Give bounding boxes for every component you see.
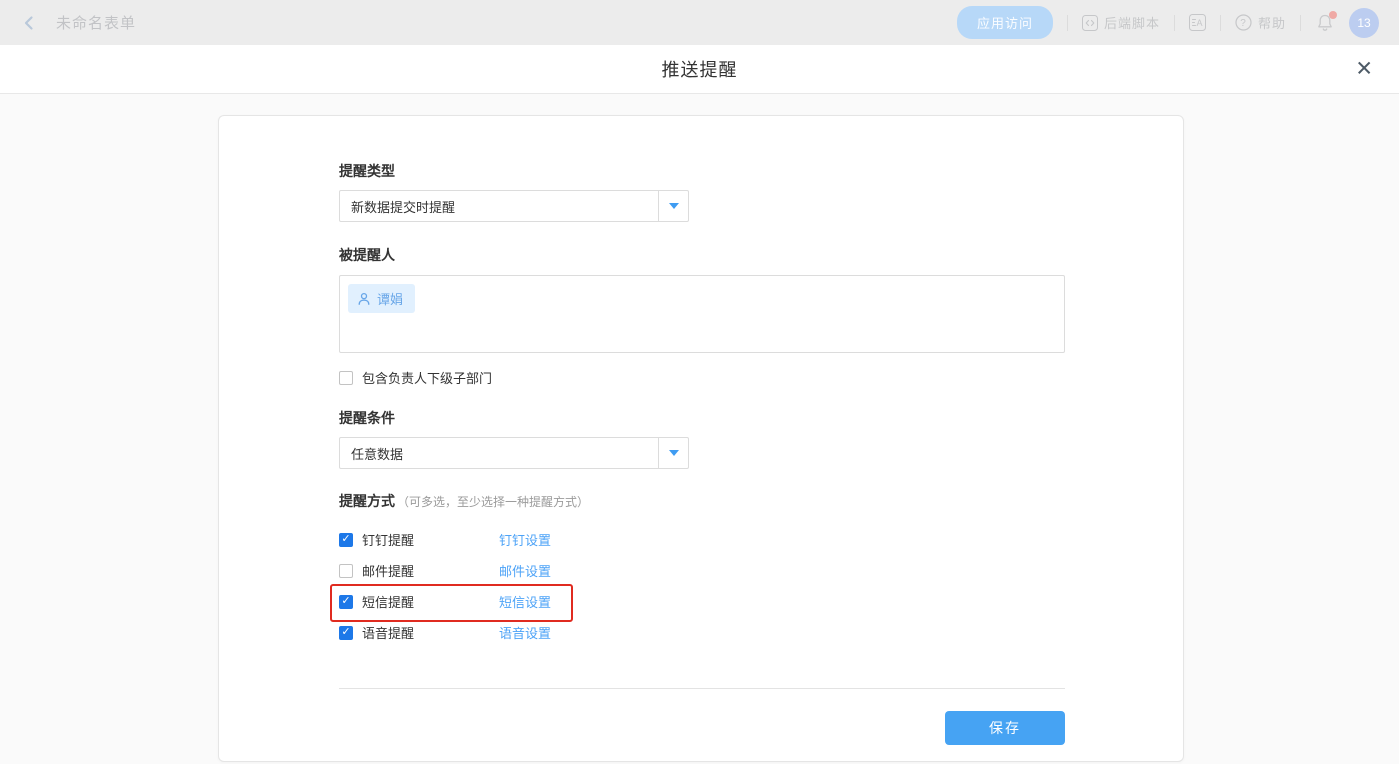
reminder-methods-label-row: 提醒方式 （可多选，至少选择一种提醒方式） (339, 491, 589, 511)
notification-dot (1329, 10, 1337, 19)
svg-text:?: ? (1240, 18, 1247, 29)
svg-text:A: A (1196, 18, 1203, 28)
reminder-methods-hint: （可多选，至少选择一种提醒方式） (397, 495, 590, 509)
header-divider (1066, 14, 1068, 31)
reminded-people-field[interactable]: 谭娟 (339, 275, 1065, 353)
chevron-down-icon (668, 450, 679, 456)
reminder-condition-label: 提醒条件 (339, 410, 395, 426)
email-checkbox[interactable]: ✓ (339, 563, 353, 578)
reminder-methods-list: ✓ 钉钉提醒 钉钉设置 ✓ 邮件提醒 邮件设置 ✓ 短信提醒 短信设置 ✓ 语音… (330, 524, 739, 648)
voice-label: 语音提醒 (362, 626, 415, 641)
back-button[interactable] (20, 14, 38, 32)
include-subdept-label: 包含负责人下级子部门 (362, 371, 493, 386)
sms-checkbox[interactable]: ✓ (339, 594, 353, 609)
reminder-condition-value: 任意数据 (351, 446, 404, 462)
voice-settings-link[interactable]: 语音设置 (499, 623, 551, 642)
person-tag[interactable]: 谭娟 (348, 284, 416, 313)
reminder-condition-select[interactable]: 任意数据 (339, 437, 689, 469)
method-row-dingtalk: ✓ 钉钉提醒 钉钉设置 (339, 524, 739, 555)
dingtalk-checkbox[interactable]: ✓ (339, 532, 353, 547)
method-row-voice: ✓ 语音提醒 语音设置 (339, 617, 739, 648)
code-icon (1081, 14, 1098, 31)
footer-divider (339, 688, 1065, 689)
reminder-type-arrow[interactable] (658, 191, 688, 221)
chevron-left-icon (24, 15, 33, 30)
reminded-people-label: 被提醒人 (339, 247, 395, 263)
sms-label: 短信提醒 (362, 595, 415, 610)
reminder-methods-label: 提醒方式 (339, 493, 395, 509)
reminder-type-value: 新数据提交时提醒 (351, 199, 456, 215)
person-tag-name: 谭娟 (377, 292, 404, 307)
reminder-type-select[interactable]: 新数据提交时提醒 (339, 190, 689, 222)
email-label: 邮件提醒 (362, 564, 415, 579)
backend-script-button[interactable]: 后端脚本 (1081, 13, 1160, 32)
voice-checkbox[interactable]: ✓ (339, 625, 353, 640)
dingtalk-settings-link[interactable]: 钉钉设置 (499, 530, 551, 549)
header-divider (1173, 14, 1175, 31)
close-icon[interactable]: ✕ (1351, 55, 1377, 84)
method-row-email: ✓ 邮件提醒 邮件设置 (339, 555, 739, 586)
push-reminder-dialog: 推送提醒 ✕ 提醒类型 新数据提交时提醒 被提醒人 谭娟 ✓ 包含负责人下级子部… (0, 45, 1399, 764)
notifications-button[interactable] (1315, 10, 1337, 33)
reminder-type-label: 提醒类型 (339, 163, 395, 179)
help-button[interactable]: ? 帮助 (1235, 13, 1286, 32)
avatar[interactable]: 13 (1349, 7, 1379, 38)
header-divider (1300, 14, 1301, 31)
chevron-down-icon (668, 203, 679, 209)
include-subdept-row: ✓ 包含负责人下级子部门 (339, 368, 492, 387)
settings-card: 提醒类型 新数据提交时提醒 被提醒人 谭娟 ✓ 包含负责人下级子部门 提醒条件 (218, 115, 1184, 762)
person-icon (358, 292, 370, 305)
header-divider (1219, 14, 1221, 31)
help-icon: ? (1235, 14, 1252, 31)
help-label: 帮助 (1257, 16, 1286, 31)
email-settings-link[interactable]: 邮件设置 (499, 561, 551, 580)
sms-settings-link[interactable]: 短信设置 (499, 592, 551, 611)
app-header: 未命名表单 应用访问 后端脚本 A ? 帮助 13 (0, 0, 1399, 45)
reminder-condition-arrow[interactable] (658, 438, 688, 468)
field-template-button[interactable]: A (1188, 14, 1206, 31)
save-button[interactable]: 保存 (945, 711, 1065, 745)
backend-script-label: 后端脚本 (1103, 16, 1160, 31)
method-row-sms: ✓ 短信提醒 短信设置 (330, 584, 739, 622)
dialog-titlebar: 推送提醒 ✕ (0, 45, 1399, 94)
app-access-button[interactable]: 应用访问 (956, 6, 1053, 39)
dingtalk-label: 钉钉提醒 (362, 533, 415, 548)
template-a-icon: A (1188, 14, 1206, 31)
dialog-title: 推送提醒 (661, 60, 738, 80)
include-subdept-checkbox[interactable]: ✓ (339, 370, 353, 385)
form-title: 未命名表单 (56, 15, 137, 32)
